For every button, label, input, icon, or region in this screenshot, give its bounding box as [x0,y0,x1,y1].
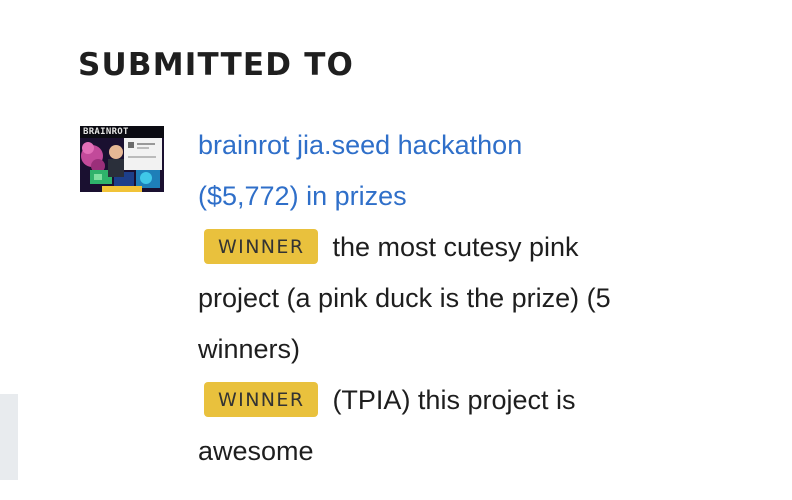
winner-badge: WINNER [204,382,319,417]
prize-item: WINNER the most cutesy pink project (a pi… [198,222,618,375]
prizes-total: ($5,772) in prizes [198,181,407,211]
hackathon-entry: BRAINROT brainrot jia.seed hackathon ($5,… [78,120,768,480]
prize-item: WINNER (TPIA) this project is awesome [198,375,618,477]
section-heading: SUBMITTED TO [78,47,355,83]
winner-badge: WINNER [204,229,319,264]
entry-details: brainrot jia.seed hackathon ($5,772) in p… [198,120,618,477]
hackathon-name: brainrot jia.seed hackathon [198,130,523,160]
hackathon-thumbnail[interactable]: BRAINROT [80,126,164,192]
submitted-to-section: SUBMITTED TO BRAINROT brainrot jia.seed … [78,40,768,480]
left-edge-panel [0,394,18,480]
thumbnail-label: BRAINROT [83,127,129,137]
hackathon-link[interactable]: brainrot jia.seed hackathon ($5,772) in p… [198,120,618,222]
